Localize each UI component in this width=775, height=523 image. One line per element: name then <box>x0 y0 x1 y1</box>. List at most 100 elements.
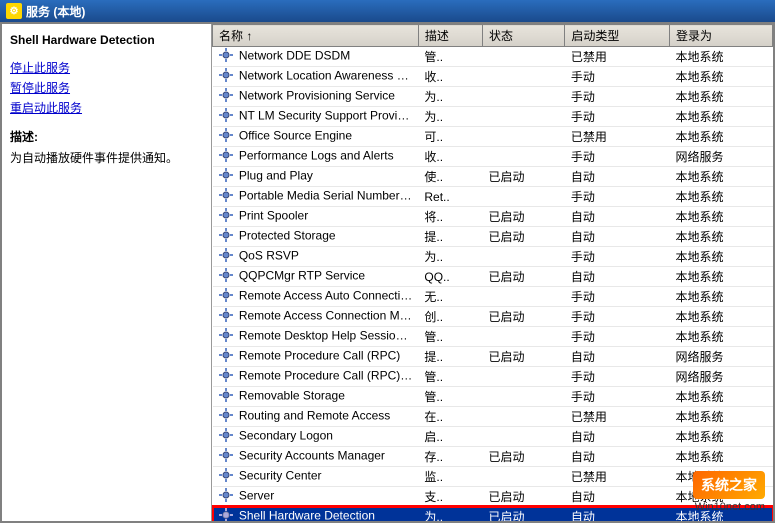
service-name-text: Remote Access Connection Manager <box>239 309 419 323</box>
table-row[interactable]: Remote Access Connection Manager 创.. 已启动… <box>213 307 773 327</box>
service-icon <box>219 128 233 145</box>
restart-service-link[interactable]: 重启动此服务 <box>10 99 203 116</box>
service-logon: 本地系统 <box>669 427 772 447</box>
table-row[interactable]: Shell Hardware Detection 为.. 已启动 自动 本地系统 <box>213 507 773 522</box>
service-name: QQPCMgr RTP Service <box>213 267 419 287</box>
service-status: 已启动 <box>482 207 564 227</box>
service-name-text: Network Provisioning Service <box>239 89 395 103</box>
service-status: 已启动 <box>482 167 564 187</box>
stop-service-link[interactable]: 停止此服务 <box>10 59 203 76</box>
service-name-text: Secondary Logon <box>239 429 333 443</box>
table-row[interactable]: Server 支.. 已启动 自动 本地系统 <box>213 487 773 507</box>
right-panel[interactable]: 名称 ↑ 描述 状态 启动类型 登录为 Network DDE DSDM <box>212 24 773 521</box>
service-desc: 支.. <box>418 487 482 507</box>
title-bar-text: 服务 (本地) <box>26 3 85 20</box>
service-name: Remote Desktop Help Session Manager <box>213 327 419 347</box>
service-desc: 为.. <box>418 507 482 522</box>
services-table: 名称 ↑ 描述 状态 启动类型 登录为 Network DDE DSDM <box>212 24 773 521</box>
main-window: Shell Hardware Detection 停止此服务 暂停此服务 重启动… <box>0 22 775 523</box>
service-status <box>482 107 564 127</box>
service-logon: 网络服务 <box>669 347 772 367</box>
table-row[interactable]: Network DDE DSDM 管.. 已禁用 本地系统 <box>213 47 773 67</box>
service-name-text: Shell Hardware Detection <box>239 509 375 521</box>
table-row[interactable]: Office Source Engine 可.. 已禁用 本地系统 <box>213 127 773 147</box>
service-starttype: 已禁用 <box>565 127 670 147</box>
service-name: Network DDE DSDM <box>213 47 419 67</box>
table-row[interactable]: Remote Procedure Call (RPC) Locator 管.. … <box>213 367 773 387</box>
service-status <box>482 127 564 147</box>
table-row[interactable]: Portable Media Serial Number Service Ret… <box>213 187 773 207</box>
service-name: Remote Access Auto Connection Manager <box>213 287 419 307</box>
table-row[interactable]: Remote Access Auto Connection Manager 无.… <box>213 287 773 307</box>
table-row[interactable]: Removable Storage 管.. 手动 本地系统 <box>213 387 773 407</box>
service-starttype: 自动 <box>565 507 670 522</box>
service-name-text: Network DDE DSDM <box>239 49 350 63</box>
table-row[interactable]: Security Center 监.. 已禁用 本地系统 <box>213 467 773 487</box>
service-name: Removable Storage <box>213 387 419 407</box>
service-desc: 管.. <box>418 327 482 347</box>
service-starttype: 自动 <box>565 227 670 247</box>
service-status: 已启动 <box>482 487 564 507</box>
service-desc: 为.. <box>418 247 482 267</box>
table-row[interactable]: Remote Procedure Call (RPC) 提.. 已启动 自动 网… <box>213 347 773 367</box>
service-name: Office Source Engine <box>213 127 419 147</box>
service-name-text: Server <box>239 489 274 503</box>
service-logon: 本地系统 <box>669 127 772 147</box>
service-logon: 本地系统 <box>669 47 772 67</box>
service-status: 已启动 <box>482 227 564 247</box>
table-row[interactable]: Remote Desktop Help Session Manager 管.. … <box>213 327 773 347</box>
service-starttype: 自动 <box>565 447 670 467</box>
col-header-logon[interactable]: 登录为 <box>669 25 772 47</box>
service-starttype: 手动 <box>565 387 670 407</box>
service-icon <box>219 448 233 465</box>
table-row[interactable]: Routing and Remote Access 在.. 已禁用 本地系统 <box>213 407 773 427</box>
service-icon <box>219 268 233 285</box>
table-row[interactable]: Performance Logs and Alerts 收.. 手动 网络服务 <box>213 147 773 167</box>
service-starttype: 手动 <box>565 327 670 347</box>
service-name-text: Office Source Engine <box>239 129 352 143</box>
service-status <box>482 147 564 167</box>
table-row[interactable]: QQPCMgr RTP Service QQ.. 已启动 自动 本地系统 <box>213 267 773 287</box>
col-header-desc[interactable]: 描述 <box>418 25 482 47</box>
service-name-text: Remote Procedure Call (RPC) <box>239 349 400 363</box>
table-header-row: 名称 ↑ 描述 状态 启动类型 登录为 <box>213 25 773 47</box>
service-status: 已启动 <box>482 447 564 467</box>
col-header-starttype[interactable]: 启动类型 <box>565 25 670 47</box>
table-row[interactable]: Security Accounts Manager 存.. 已启动 自动 本地系… <box>213 447 773 467</box>
service-icon <box>219 248 233 265</box>
watermark-url: Win10net.com <box>695 501 765 513</box>
table-row[interactable]: Network Provisioning Service 为.. 手动 本地系统 <box>213 87 773 107</box>
col-header-name[interactable]: 名称 ↑ <box>213 25 419 47</box>
table-row[interactable]: NT LM Security Support Provider 为.. 手动 本… <box>213 107 773 127</box>
service-starttype: 自动 <box>565 267 670 287</box>
table-row[interactable]: Plug and Play 使.. 已启动 自动 本地系统 <box>213 167 773 187</box>
service-name: Performance Logs and Alerts <box>213 147 419 167</box>
service-logon: 网络服务 <box>669 147 772 167</box>
service-starttype: 自动 <box>565 167 670 187</box>
service-name-text: NT LM Security Support Provider <box>239 109 415 123</box>
service-starttype: 已禁用 <box>565 407 670 427</box>
table-row[interactable]: QoS RSVP 为.. 手动 本地系统 <box>213 247 773 267</box>
table-row[interactable]: Secondary Logon 启.. 自动 本地系统 <box>213 427 773 447</box>
service-starttype: 手动 <box>565 287 670 307</box>
title-bar: ⚙ 服务 (本地) <box>0 0 775 22</box>
table-row[interactable]: Print Spooler 将.. 已启动 自动 本地系统 <box>213 207 773 227</box>
service-icon <box>219 328 233 345</box>
service-name-text: Remote Desktop Help Session Manager <box>239 329 419 343</box>
pause-service-link[interactable]: 暂停此服务 <box>10 79 203 96</box>
col-header-status[interactable]: 状态 <box>482 25 564 47</box>
service-desc: 存.. <box>418 447 482 467</box>
table-row[interactable]: Network Location Awareness (NLA) 收.. 手动 … <box>213 67 773 87</box>
service-desc: 收.. <box>418 67 482 87</box>
service-status <box>482 247 564 267</box>
service-icon <box>219 388 233 405</box>
service-icon <box>219 488 233 505</box>
service-starttype: 自动 <box>565 207 670 227</box>
service-name: Plug and Play <box>213 167 419 187</box>
service-starttype: 自动 <box>565 347 670 367</box>
service-name: Remote Procedure Call (RPC) <box>213 347 419 367</box>
table-row[interactable]: Protected Storage 提.. 已启动 自动 本地系统 <box>213 227 773 247</box>
service-icon <box>219 428 233 445</box>
service-desc: 在.. <box>418 407 482 427</box>
service-desc: 将.. <box>418 207 482 227</box>
